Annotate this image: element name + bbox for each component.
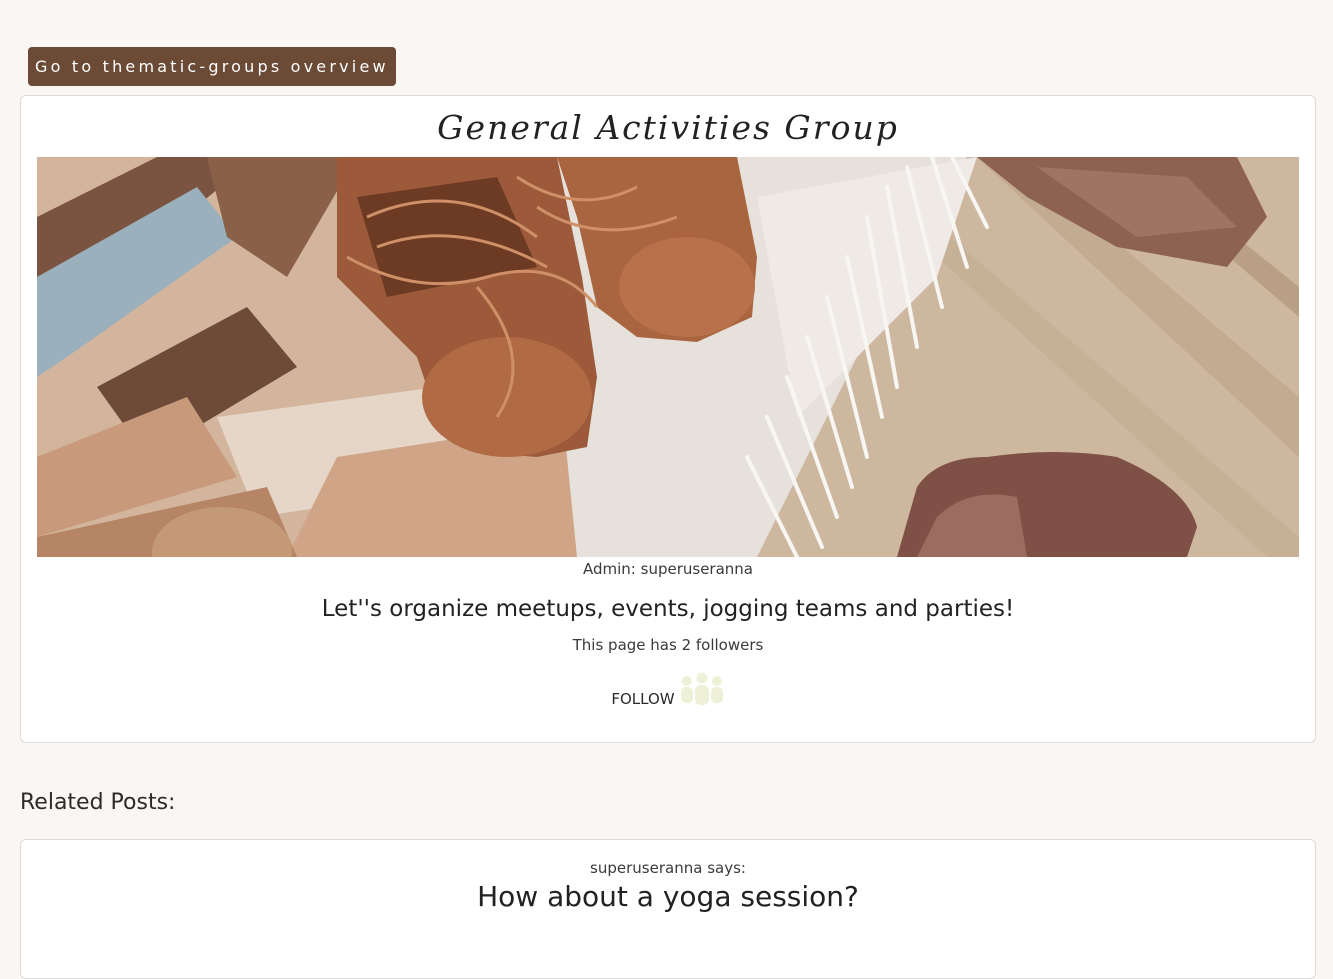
post-author: superuseranna — [590, 859, 703, 877]
admin-name: superuseranna — [640, 560, 753, 578]
post-author-line: superuseranna says: — [21, 859, 1315, 877]
followers-text: This page has 2 followers — [572, 636, 764, 654]
group-admin: Admin: superuseranna — [21, 560, 1315, 578]
group-tagline: Let''s organize meetups, events, jogging… — [321, 596, 1015, 622]
thematic-groups-overview-button[interactable]: Go to thematic-groups overview — [28, 47, 396, 86]
people-group-icon — [679, 672, 725, 710]
follow-section: FOLLOW — [21, 672, 1315, 710]
follow-label: FOLLOW — [611, 690, 675, 708]
group-title: General Activities Group — [437, 108, 899, 147]
related-posts-heading: Related Posts: — [20, 790, 176, 815]
post-says: says: — [707, 859, 746, 877]
post-title[interactable]: How about a yoga session? — [21, 880, 1315, 913]
followers-count: This page has 2 followers — [21, 636, 1315, 654]
follow-button[interactable]: FOLLOW — [611, 672, 724, 710]
related-post-card[interactable]: superuseranna says: How about a yoga ses… — [20, 839, 1316, 979]
group-banner-image — [37, 157, 1299, 557]
admin-prefix: Admin: — [583, 560, 636, 578]
group-card: General Activities Group Admin: superuse… — [20, 95, 1316, 743]
